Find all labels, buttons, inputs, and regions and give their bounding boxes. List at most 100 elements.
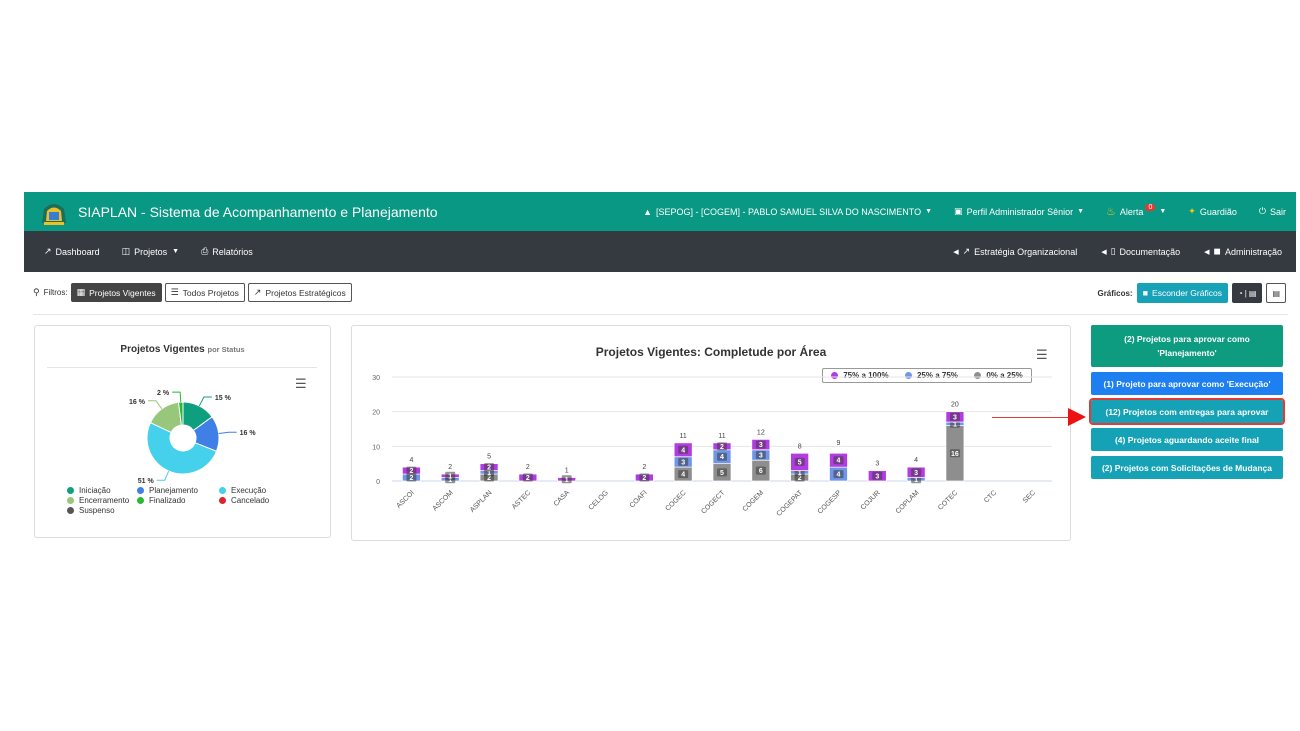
nav-relatorios[interactable]: ⎙ Relatórios: [201, 246, 253, 257]
approve-planning-button[interactable]: (2) Projetos para aprovar como 'Planejam…: [1091, 325, 1283, 367]
alert-menu[interactable]: ♨ Alerta 0 ▼: [1106, 204, 1167, 218]
annotation-arrow-head: [1068, 408, 1086, 426]
y-tick-label: 0: [376, 479, 380, 486]
approve-execution-button[interactable]: (1) Projeto para aprovar como 'Execução': [1091, 372, 1283, 395]
power-icon: ⏻: [1258, 206, 1266, 216]
pending-actions-panel: (2) Projetos para aprovar como 'Planejam…: [1089, 325, 1285, 484]
toggle-separator: |: [1244, 288, 1247, 298]
pie-data-label: 15 %: [215, 395, 232, 402]
change-requests-button[interactable]: (2) Projetos com Solicitações de Mudança: [1091, 456, 1283, 479]
user-menu[interactable]: ▲ [SEPOG] - [COGEM] - PABLO SAMUEL SILVA…: [643, 207, 932, 217]
chevron-down-icon: ▼: [925, 208, 933, 215]
siaplan-logo[interactable]: [38, 197, 70, 227]
id-card-icon: ▣: [954, 206, 963, 216]
y-tick-label: 30: [372, 375, 380, 382]
pie-legend-label: Finalizado: [149, 496, 186, 505]
legend-dot-icon: [67, 487, 74, 494]
alert-label: Alerta: [1119, 206, 1144, 217]
nav-dashboard-label: Dashboard: [55, 246, 100, 257]
line-chart-icon: ↗: [253, 287, 262, 297]
pie-legend-item-cancelado[interactable]: Cancelado: [219, 496, 289, 505]
nav-documentacao[interactable]: ◀ ▯ Documentação: [1101, 246, 1180, 257]
bar-segment-label: 1: [565, 477, 569, 484]
bar-segment-label: 2: [642, 475, 646, 482]
pie-legend-item-encerramento[interactable]: Encerramento: [67, 496, 137, 505]
lock-icon: ◼: [1213, 246, 1221, 256]
pie-legend: Iniciação Planejamento Execução Encerrament…: [67, 486, 289, 516]
line-chart-icon: ↗: [44, 246, 52, 256]
status-pie-card: Projetos Vigentes por Status ☰ 15 % 16 % 5…: [34, 325, 331, 538]
bar-segment-label: 4: [681, 447, 685, 454]
pie-legend-item-planejamento[interactable]: Planejamento: [137, 486, 219, 495]
nav-administracao-label: Administração: [1224, 246, 1282, 257]
pie-legend-row: Suspenso: [67, 506, 289, 515]
bar-chart-icon: ▤: [1272, 288, 1280, 298]
pie-legend-item-finalizado[interactable]: Finalizado: [137, 496, 219, 505]
secondary-navbar: ↗ Dashboard ◫ Projetos ▼ ⎙ Relatórios ◀ …: [24, 231, 1296, 272]
search-icon: ⚲: [33, 287, 40, 297]
bar-segment-label: 6: [759, 468, 763, 475]
legend-dot-icon: [219, 487, 226, 494]
hide-charts-button[interactable]: ■ Esconder Gráficos: [1136, 283, 1228, 303]
logout-button[interactable]: ⏻ Sair: [1259, 206, 1286, 217]
filter-todos-button[interactable]: ☰ Todos Projetos: [164, 283, 245, 302]
pie-legend-row: Encerramento Finalizado Cancelado: [67, 496, 289, 505]
bar-total-label: 2: [526, 464, 530, 471]
filter-todos-label: Todos Projetos: [182, 287, 239, 298]
legend-dot-icon: [67, 507, 74, 514]
chevron-left-icon: ◀: [1101, 248, 1107, 256]
nav-administracao[interactable]: ◀ ◼ Administração: [1204, 246, 1282, 257]
line-chart-icon: ↗: [962, 246, 971, 256]
pie-legend-item-suspenso[interactable]: Suspenso: [67, 506, 137, 515]
pie-bar-chart-toggle-button[interactable]: ◔ | ▤: [1231, 283, 1263, 303]
secondary-navbar-right: ◀ ↗ Estratégia Organizacional ◀ ▯ Docume…: [929, 246, 1296, 257]
bar-chart-only-button[interactable]: ▤: [1266, 283, 1286, 303]
app-brand-title[interactable]: SIAPLAN - Sistema de Acompanhamento e Pl…: [78, 204, 438, 220]
bar-total-label: 4: [914, 457, 918, 464]
nav-projetos-label: Projetos: [134, 246, 168, 257]
bar-chart-icon: ▤: [1248, 288, 1257, 298]
bar-total-label: 12: [757, 429, 765, 436]
pie-legend-label: Encerramento: [79, 496, 130, 505]
bar-segment-label: 5: [720, 470, 724, 477]
bar-total-label: 8: [798, 443, 802, 450]
nav-projetos[interactable]: ◫ Projetos ▼: [122, 246, 179, 257]
nav-documentacao-label: Documentação: [1119, 246, 1181, 257]
list-icon: ☰: [170, 287, 179, 297]
x-category-label: CASA: [553, 489, 572, 508]
awaiting-final-acceptance-button[interactable]: (4) Projetos aguardando aceite final: [1091, 428, 1283, 451]
bar-segment-label: 2: [720, 444, 724, 451]
bar-segment-label: 3: [759, 453, 763, 460]
filter-estrategicos-button[interactable]: ↗ Projetos Estratégicos: [247, 283, 352, 302]
bar-segment-label: 4: [681, 472, 685, 479]
x-category-label: CELOG: [588, 489, 610, 511]
bar-total-label: 11: [680, 433, 687, 440]
y-tick-label: 20: [372, 410, 380, 417]
x-category-label: COGEPAT: [776, 489, 805, 518]
bar-segment-label: 4: [837, 472, 841, 479]
nav-dashboard[interactable]: ↗ Dashboard: [44, 246, 100, 257]
guardian-link[interactable]: ✦ Guardião: [1188, 206, 1237, 217]
profile-menu[interactable]: ▣ Perfil Administrador Sênior ▼: [954, 206, 1084, 217]
bar-total-label: 5: [487, 454, 491, 461]
chevron-down-icon: ▼: [1159, 208, 1167, 215]
bar-total-label: 2: [642, 464, 646, 471]
bar-total-label: 4: [409, 457, 413, 464]
bar-segment-label: 16: [951, 451, 959, 458]
pie-data-label: 51 %: [138, 478, 155, 485]
bar-segment-label: 3: [759, 442, 763, 449]
approve-deliveries-button[interactable]: (12) Projetos com entregas para aprovar: [1089, 398, 1285, 425]
pie-legend-item-execução[interactable]: Execução: [219, 486, 289, 495]
bar-total-label: 11: [718, 433, 725, 440]
filters-label: Filtros:: [43, 288, 68, 297]
nav-estrategia[interactable]: ◀ ↗ Estratégia Organizacional: [953, 246, 1077, 257]
filter-vigentes-button[interactable]: ▦ Projetos Vigentes: [70, 283, 162, 302]
pie-legend-item-iniciação[interactable]: Iniciação: [67, 486, 137, 495]
x-category-label: ASPLAN: [469, 489, 493, 513]
nav-estrategia-label: Estratégia Organizacional: [974, 246, 1078, 257]
legend-dot-icon: [137, 487, 144, 494]
pie-data-label: 16 %: [240, 430, 257, 437]
top-right-menu: ▲ [SEPOG] - [COGEM] - PABLO SAMUEL SILVA…: [643, 204, 1296, 218]
x-category-label: ASTEC: [511, 489, 532, 510]
bar-segment-label: 4: [837, 458, 841, 465]
